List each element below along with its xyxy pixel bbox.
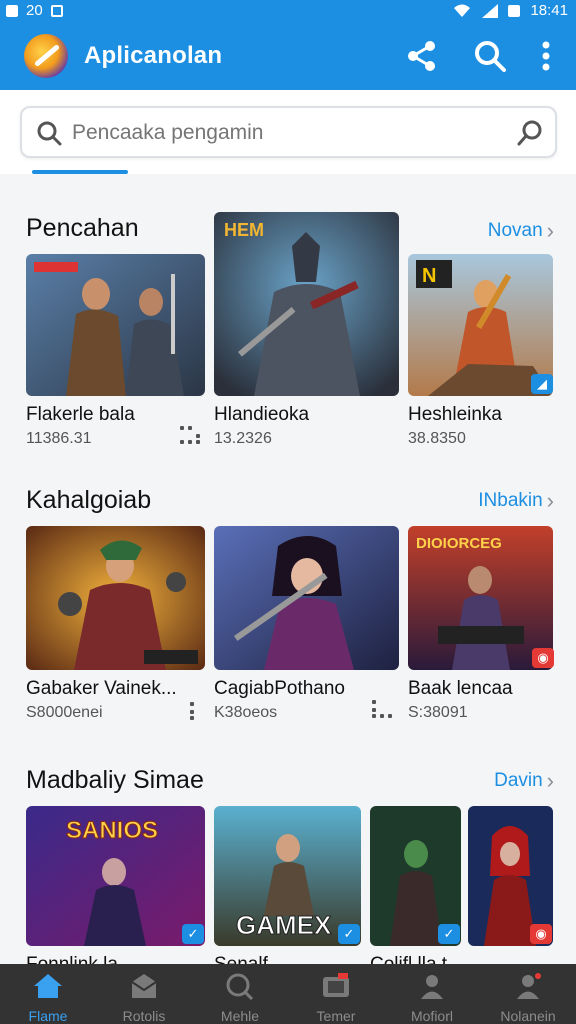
game-thumbnail	[26, 526, 205, 670]
nav-temer[interactable]: Temer	[288, 964, 384, 1024]
nav-label: Temer	[316, 1008, 356, 1024]
game-name: Baak lencaa	[408, 678, 513, 699]
section-title: Pencahan	[26, 214, 139, 242]
store-badge-icon: ✓	[438, 924, 460, 944]
section-more-link[interactable]: Novan ›	[488, 218, 554, 244]
nav-label: Flame	[28, 1008, 68, 1024]
nav-mofiorl[interactable]: Mofiorl	[384, 964, 480, 1024]
bottom-navigation: Flame Rotolis Mehle Temer Mofiorl Nolane…	[0, 964, 576, 1024]
search-area	[0, 90, 576, 174]
tab-indicator	[32, 170, 128, 174]
nav-label: Mehle	[220, 1008, 260, 1024]
game-name: Gabaker Vainek...	[26, 678, 177, 699]
section-title: Madbaliy Simae	[26, 766, 204, 794]
game-name: Hlandieoka	[214, 404, 310, 425]
chevron-right-icon: ›	[546, 218, 554, 243]
app-logo	[24, 34, 68, 78]
store-badge-icon: ✓	[182, 924, 204, 944]
section-link-label: Novan	[487, 220, 543, 241]
notification-icon	[50, 4, 63, 17]
section-more-link[interactable]: Davin ›	[494, 768, 554, 794]
home-icon	[34, 974, 62, 998]
game-thumbnail	[26, 254, 205, 396]
svg-text:DIOIORCEG: DIOIORCEG	[416, 535, 502, 552]
grid-dots-icon[interactable]	[190, 702, 214, 722]
game-meta: 11386.31	[26, 430, 92, 447]
game-thumbnail: HEM	[214, 212, 399, 396]
section-title: Kahalgoiab	[26, 486, 152, 514]
nav-label: Mofiorl	[410, 1008, 453, 1024]
svg-text:HEM: HEM	[224, 220, 264, 240]
battery-icon	[508, 4, 521, 17]
voice-search-icon[interactable]	[515, 118, 545, 148]
app-bar: Aplicanolan	[0, 22, 576, 90]
section-madbaliy: Madbaliy Simae Davin › SANIOS ✓ GAMEX ✓ …	[0, 748, 576, 975]
game-name: Flakerle bala	[26, 404, 135, 425]
game-thumbnail: SANIOS	[26, 806, 205, 946]
game-meta: 13.2326	[214, 430, 272, 447]
store-badge-icon: ◉	[532, 648, 554, 668]
section-pencahan: Pencahan Novan› Flakerle bala 11386.31	[0, 196, 576, 458]
nav-nolanein[interactable]: Nolanein	[480, 964, 576, 1024]
search-icon	[37, 121, 62, 146]
nav-label: Rotolis	[122, 1008, 166, 1024]
game-thumbnail	[214, 526, 399, 670]
search-input[interactable]	[72, 118, 492, 148]
search-icon	[226, 973, 254, 1000]
svg-text:GAMEX: GAMEX	[236, 910, 332, 940]
grid-dots-icon[interactable]	[180, 426, 204, 446]
section-link-label: Davin	[494, 770, 543, 791]
status-bar: 20 18:41	[0, 0, 576, 22]
chevron-right-icon: ›	[546, 488, 554, 513]
app-title: Aplicanolan	[84, 42, 223, 69]
profile-icon	[517, 973, 541, 999]
more-options-icon[interactable]	[528, 38, 564, 74]
svg-text:N: N	[422, 265, 436, 287]
status-left-text: 20	[26, 2, 43, 19]
game-meta: S:38091	[408, 704, 468, 721]
store-badge-icon: ◉	[530, 924, 552, 944]
tv-icon	[323, 973, 349, 997]
store-badge-icon: ✓	[338, 924, 360, 944]
signal-icon	[482, 3, 499, 18]
nav-label: Nolanein	[500, 1008, 556, 1024]
game-thumbnail: DIOIORCEG	[408, 526, 553, 670]
chevron-right-icon: ›	[546, 768, 554, 793]
share-icon[interactable]	[404, 38, 440, 74]
nav-rotolis[interactable]: Rotolis	[96, 964, 192, 1024]
section-kahalgoiab: Kahalgoiab INbakin › Gabaker Vainek... S8…	[0, 468, 576, 738]
store-badge-icon: ◢	[531, 374, 553, 394]
search-box[interactable]	[20, 106, 557, 158]
game-name: Heshleinka	[408, 404, 502, 425]
section-more-link[interactable]: INbakin ›	[478, 488, 554, 514]
section-link-label: INbakin	[478, 490, 543, 511]
mail-icon	[131, 974, 157, 998]
game-meta: K38oeos	[214, 704, 278, 721]
person-icon	[421, 975, 443, 999]
notification-icon	[6, 4, 18, 17]
game-name: CagiabРothano	[214, 678, 345, 699]
grid-dots-icon[interactable]	[372, 700, 396, 720]
game-meta: 38.8350	[408, 430, 466, 447]
wifi-icon	[454, 4, 471, 17]
game-meta: S8000enei	[26, 704, 103, 721]
nav-mehle[interactable]: Mehle	[192, 964, 288, 1024]
search-icon[interactable]	[472, 38, 508, 74]
nav-home[interactable]: Flame	[0, 964, 96, 1024]
svg-text:SANIOS: SANIOS	[66, 817, 158, 844]
status-time: 18:41	[530, 2, 568, 19]
